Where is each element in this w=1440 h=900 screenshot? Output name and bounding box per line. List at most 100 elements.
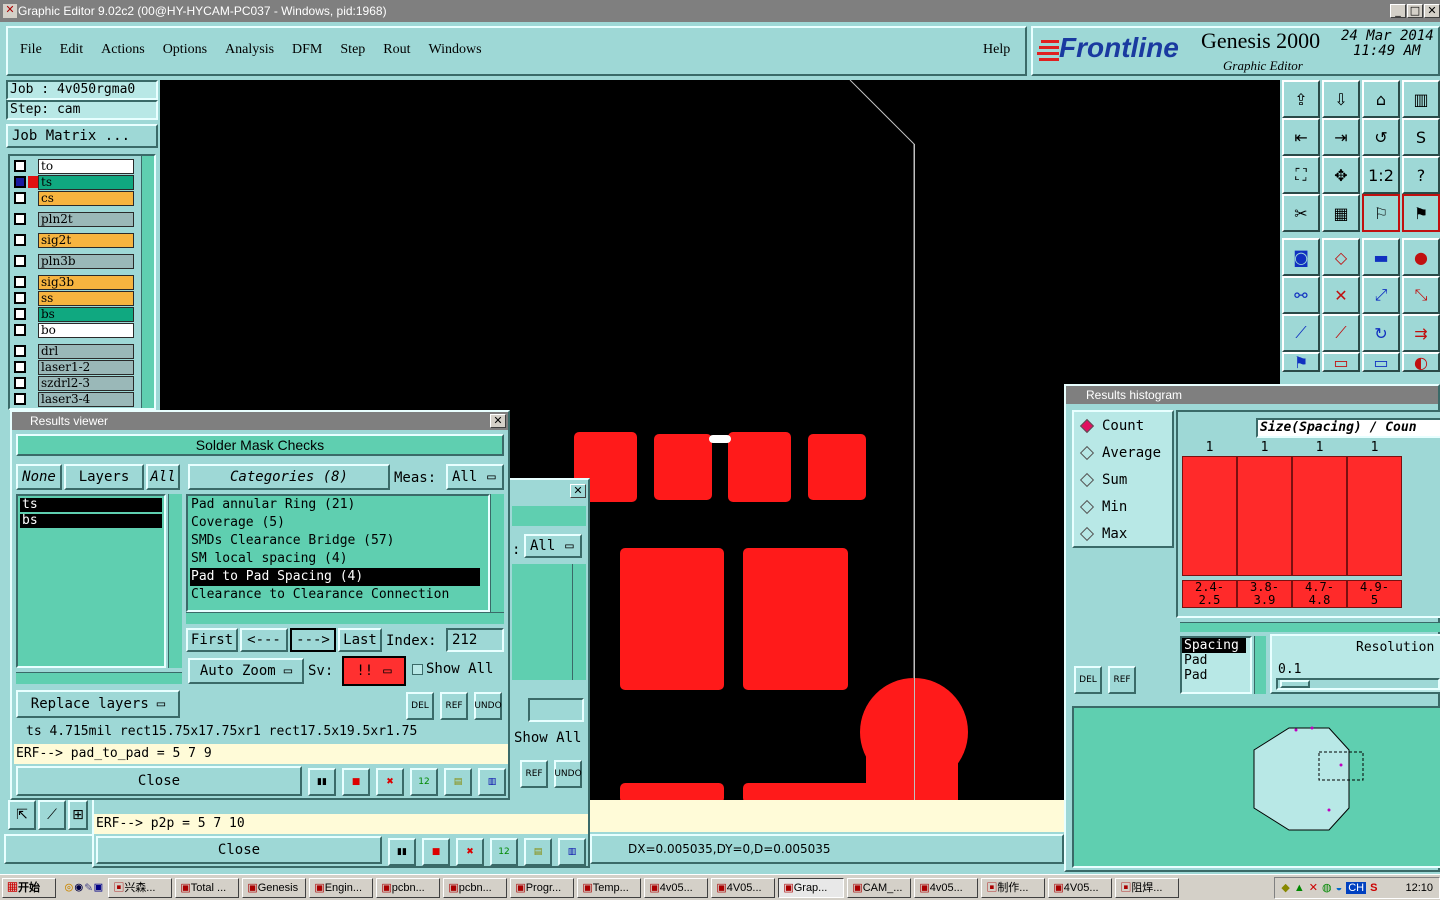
grid-tool-icon[interactable]: ⊞	[68, 800, 88, 830]
menu-actions[interactable]: Actions	[101, 42, 145, 74]
categories-scrollbar[interactable]	[490, 494, 504, 612]
back-close-icon[interactable]: ✕	[570, 484, 586, 498]
ruler-icon[interactable]: ▬	[1362, 238, 1400, 276]
tray-icon[interactable]: ◍	[1322, 881, 1332, 894]
delete-icon[interactable]: ✕	[1322, 276, 1360, 314]
back-ref-button[interactable]: REF	[520, 760, 548, 788]
layers-button[interactable]: Layers	[64, 464, 144, 490]
taskbar-item[interactable]: ▣4v05...	[644, 877, 709, 898]
layer-name[interactable]: pln3b	[38, 253, 134, 269]
measure-tool-icon[interactable]: ⟋	[38, 800, 66, 830]
back-meas-select[interactable]: All ▭	[524, 534, 582, 558]
ref-button[interactable]: REF	[440, 692, 468, 720]
tray-icon[interactable]: ▲	[1294, 882, 1305, 894]
index-input[interactable]: 212	[446, 628, 504, 652]
resolution-slider[interactable]	[1276, 678, 1440, 690]
category-item[interactable]: Pad to Pad Spacing (4)	[190, 568, 480, 586]
back-undo-button[interactable]: UNDO	[554, 760, 582, 788]
result-layer-bs[interactable]: bs	[20, 514, 162, 528]
taskbar-item[interactable]: ▣CAM_...	[847, 877, 912, 898]
save-icon[interactable]: ▣	[94, 880, 102, 895]
line-icon[interactable]: ⟋	[1282, 314, 1320, 352]
histogram-bar[interactable]	[1182, 456, 1237, 576]
taskbar-item[interactable]: ▣Genesis	[242, 877, 307, 898]
taskbar-item[interactable]: ▣Engin...	[309, 877, 374, 898]
layer-name[interactable]: laser3-4	[38, 391, 134, 407]
category-item[interactable]: SMDs Clearance Bridge (57)	[188, 532, 488, 550]
menu-edit[interactable]: Edit	[60, 42, 83, 74]
layers-hscrollbar[interactable]	[16, 672, 182, 684]
pad[interactable]	[743, 548, 848, 690]
pan-icon[interactable]: ✥	[1322, 156, 1360, 194]
menu-help[interactable]: Help	[983, 42, 1010, 58]
histogram-del-button[interactable]: DEL	[1074, 666, 1102, 694]
layer-row-drl[interactable]: drl	[10, 343, 134, 359]
del-button[interactable]: DEL	[406, 692, 434, 720]
tray-icon[interactable]: ◒	[1336, 882, 1343, 894]
categories-button[interactable]: Categories (8)	[188, 464, 390, 490]
maximize-button[interactable]: □	[1407, 4, 1423, 18]
layer-row-bs[interactable]: bs	[10, 306, 134, 322]
mode-count[interactable]: Count	[1074, 412, 1172, 439]
taskbar-item[interactable]: ▣Temp...	[577, 877, 642, 898]
line-alt-icon[interactable]: ⟋	[1322, 314, 1360, 352]
numbering-icon[interactable]: 12	[410, 768, 438, 796]
result-layer-ts[interactable]: ts	[20, 498, 162, 512]
taskbar-item[interactable]: ▣制作...	[981, 877, 1046, 898]
pad[interactable]	[808, 434, 866, 500]
pan-right-icon[interactable]: ⇥	[1322, 118, 1360, 156]
snap-icon[interactable]: S	[1402, 118, 1440, 156]
clock-app-icon[interactable]: ◎	[65, 880, 73, 895]
numbering-icon[interactable]: 12	[490, 838, 518, 866]
last-button[interactable]: Last	[338, 628, 382, 652]
fit-icon[interactable]: ⛶	[1282, 156, 1320, 194]
layer-name[interactable]: bs	[38, 306, 134, 322]
category-item[interactable]: Pad annular Ring (21)	[188, 496, 488, 514]
show-all-checkbox[interactable]	[412, 664, 423, 675]
results-close-icon[interactable]: ✕	[490, 414, 506, 428]
category-item[interactable]: Coverage (5)	[188, 514, 488, 532]
layer-checkbox[interactable]	[14, 234, 26, 246]
rect-alt-icon[interactable]: ▭	[1362, 352, 1400, 372]
taskbar-item[interactable]: ▣阻焊...	[1115, 877, 1180, 898]
connect-icon[interactable]: ⚯	[1282, 276, 1320, 314]
pan-left-icon[interactable]: ⇤	[1282, 118, 1320, 156]
histogram-hscrollbar[interactable]	[1180, 622, 1440, 632]
layer-name[interactable]: drl	[38, 343, 134, 359]
layer-name[interactable]: sig2t	[38, 232, 134, 248]
pad[interactable]	[654, 434, 712, 500]
tray-icon[interactable]: ◆	[1281, 881, 1289, 894]
browser-icon[interactable]: ◉	[75, 880, 83, 895]
taskbar-item[interactable]: ▣兴森...	[108, 877, 173, 898]
help-icon[interactable]: ?	[1402, 156, 1440, 194]
layer-checkbox[interactable]	[14, 345, 26, 357]
taskbar-item[interactable]: ▣Grap...	[778, 877, 845, 898]
mode-average[interactable]: Average	[1074, 439, 1172, 466]
layer-scrollbar[interactable]	[141, 156, 154, 408]
report-icon[interactable]: ▤	[444, 768, 472, 796]
layer-name[interactable]: ts	[38, 174, 134, 190]
mode-sum[interactable]: Sum	[1074, 466, 1172, 493]
layers-scrollbar[interactable]	[168, 494, 182, 668]
undo-view-icon[interactable]: ↺	[1362, 118, 1400, 156]
layer-row-to[interactable]: to	[10, 158, 134, 174]
layer-row-bo[interactable]: bo	[10, 322, 134, 338]
rotate-icon[interactable]: ↻	[1362, 314, 1400, 352]
next-button[interactable]: --->	[290, 628, 336, 652]
layer-checkbox[interactable]	[14, 192, 26, 204]
histogram-ref-button[interactable]: REF	[1108, 666, 1136, 694]
attribute-scrollbar[interactable]	[1254, 636, 1266, 694]
layer-name[interactable]: pln2t	[38, 211, 134, 227]
marker-icon[interactable]: ■	[422, 838, 450, 866]
tray-icon[interactable]: ✕	[1309, 881, 1318, 894]
layer-checkbox[interactable]	[14, 308, 26, 320]
categories-hscrollbar[interactable]	[186, 612, 504, 624]
back-index-input[interactable]	[528, 698, 584, 722]
extend-icon[interactable]: ⤢	[1362, 276, 1400, 314]
select-icon[interactable]: ◙	[1282, 238, 1320, 276]
layer-name[interactable]: laser1-2	[38, 359, 134, 375]
flag-alt-icon[interactable]: ⚑	[1402, 194, 1440, 232]
reject-icon[interactable]: ✖	[376, 768, 404, 796]
layer-row-laser3-4[interactable]: laser3-4	[10, 391, 134, 407]
mode-min[interactable]: Min	[1074, 493, 1172, 520]
